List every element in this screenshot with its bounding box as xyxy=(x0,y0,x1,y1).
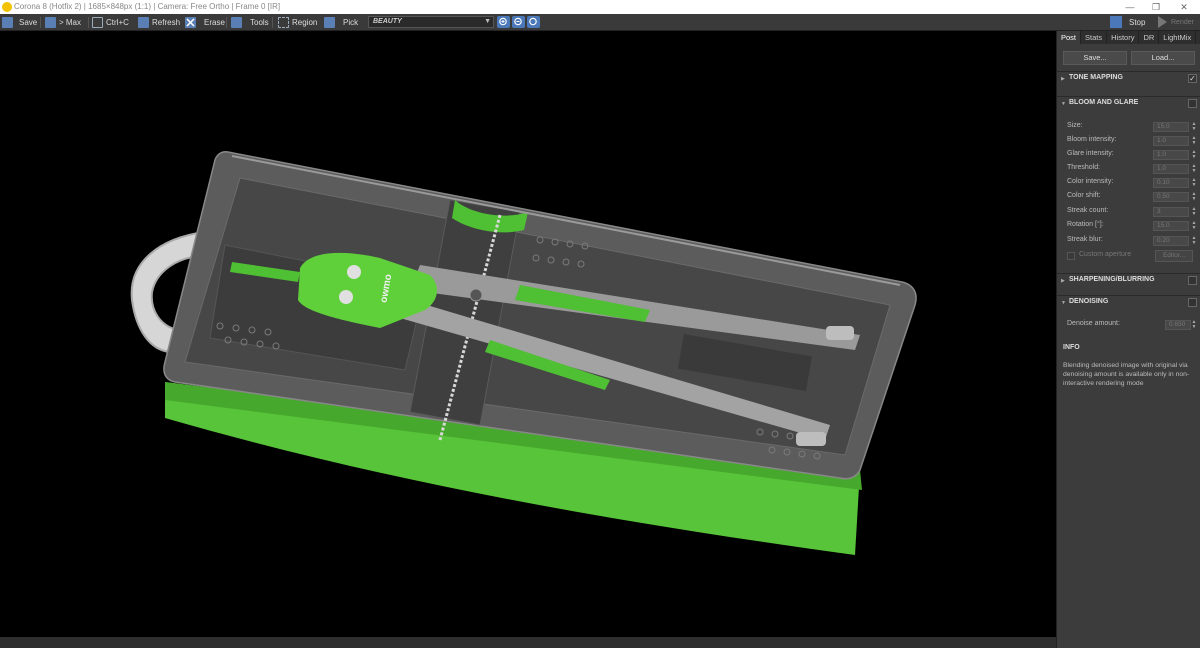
sharpening-checkbox[interactable] xyxy=(1188,276,1197,285)
region-icon xyxy=(278,17,289,28)
bloom-row: Color shift: 0.50 ▲ ▼ xyxy=(1067,191,1197,202)
collapse-triangle-icon: ▼ xyxy=(1061,101,1066,107)
bloom-row: Bloom intensity: 1.0 ▲ ▼ xyxy=(1067,135,1197,146)
info-text: Blending denoised image with original vi… xyxy=(1063,362,1190,387)
minimize-button[interactable]: — xyxy=(1118,0,1142,14)
render-button[interactable]: Render xyxy=(1171,14,1194,31)
tab-stats[interactable]: Stats xyxy=(1081,31,1108,44)
rotation-field[interactable]: 15.0 xyxy=(1153,221,1189,231)
spinner-icon[interactable]: ▲ ▼ xyxy=(1191,136,1197,146)
maximize-button[interactable]: ❐ xyxy=(1144,0,1168,14)
zoom-in-icon xyxy=(499,17,507,26)
erase-button[interactable]: Erase xyxy=(185,16,225,29)
denoise-amount-field[interactable]: 0.650 xyxy=(1165,320,1191,330)
spinner-icon[interactable]: ▲ ▼ xyxy=(1191,221,1197,231)
bloom-intensity-field[interactable]: 1.0 xyxy=(1153,136,1189,146)
zoom-out-button[interactable] xyxy=(512,16,525,28)
bloom-row: Glare intensity: 1.0 ▲ ▼ xyxy=(1067,149,1197,160)
save-settings-button[interactable]: Save... xyxy=(1063,51,1127,65)
zoom-fit-icon xyxy=(529,17,537,26)
save-icon xyxy=(2,17,13,28)
color-shift-field[interactable]: 0.50 xyxy=(1153,192,1189,202)
max-icon xyxy=(45,17,56,28)
chevron-down-icon: ▼ xyxy=(484,18,491,25)
custom-aperture-row: Custom aperture Editor... xyxy=(1067,250,1197,262)
streak-count-field[interactable]: 3 xyxy=(1153,207,1189,217)
corona-app-icon xyxy=(2,2,12,12)
color-intensity-field[interactable]: 0.10 xyxy=(1153,178,1189,188)
spinner-icon[interactable]: ▲ ▼ xyxy=(1191,207,1197,217)
denoising-section[interactable]: ▼ DENOISING xyxy=(1057,295,1200,309)
glare-intensity-field[interactable]: 1.0 xyxy=(1153,150,1189,160)
expand-triangle-icon: ▶ xyxy=(1061,278,1065,284)
spinner-icon[interactable]: ▲ ▼ xyxy=(1191,178,1197,188)
spinner-icon[interactable]: ▲ ▼ xyxy=(1191,164,1197,174)
tone-mapping-checkbox[interactable]: ✓ xyxy=(1188,74,1197,83)
tab-dr[interactable]: DR xyxy=(1139,31,1160,44)
bloom-glare-section[interactable]: ▼ BLOOM AND GLARE xyxy=(1057,96,1200,110)
save-button[interactable]: Save xyxy=(2,16,37,29)
stop-button[interactable]: Stop xyxy=(1129,14,1145,31)
tab-lightmix[interactable]: LightMix xyxy=(1159,31,1197,44)
load-settings-button[interactable]: Load... xyxy=(1131,51,1195,65)
post-panel: Post Stats History DR LightMix Save... L… xyxy=(1056,31,1200,648)
render-icon[interactable] xyxy=(1158,16,1167,28)
panel-tabs: Post Stats History DR LightMix xyxy=(1057,31,1200,44)
zoom-in-button[interactable] xyxy=(497,16,510,28)
expand-triangle-icon: ▶ xyxy=(1061,76,1065,82)
pick-icon xyxy=(324,17,335,28)
collapse-triangle-icon: ▼ xyxy=(1061,300,1066,306)
tools-button[interactable]: Tools xyxy=(231,16,269,29)
vfb-toolbar: Save > Max Ctrl+C Refresh Erase Tools Re… xyxy=(0,14,1200,31)
copy-button[interactable]: Ctrl+C xyxy=(92,16,129,29)
render-viewport[interactable]: owmo xyxy=(0,31,1056,637)
spinner-icon[interactable]: ▲ ▼ xyxy=(1191,192,1197,202)
bloom-row: Threshold: 1.0 ▲ ▼ xyxy=(1067,163,1197,174)
bloom-row: Size: 15.0 ▲ ▼ xyxy=(1067,121,1197,132)
aperture-editor-button[interactable]: Editor... xyxy=(1155,250,1193,262)
bloom-row: Color intensity: 0.10 ▲ ▼ xyxy=(1067,177,1197,188)
zoom-out-icon xyxy=(514,17,522,26)
title-bar: Corona 8 (Hotfix 2) | 1685×848px (1:1) |… xyxy=(0,0,1200,14)
tab-post[interactable]: Post xyxy=(1057,31,1082,44)
spinner-icon[interactable]: ▲ ▼ xyxy=(1191,236,1197,246)
sharpening-section[interactable]: ▶ SHARPENING/BLURRING xyxy=(1057,273,1200,287)
denoise-row: Denoise amount: 0.650 ▲ ▼ xyxy=(1067,319,1197,330)
refresh-button[interactable]: Refresh xyxy=(138,16,180,29)
tone-mapping-section[interactable]: ▶ TONE MAPPING ✓ xyxy=(1057,71,1200,85)
spinner-icon[interactable]: ▲ ▼ xyxy=(1191,320,1197,330)
pick-button[interactable]: Pick xyxy=(324,16,358,29)
close-button[interactable]: ✕ xyxy=(1172,0,1196,14)
stop-icon[interactable] xyxy=(1110,16,1122,28)
size-field[interactable]: 15.0 xyxy=(1153,122,1189,132)
status-bar xyxy=(0,637,1056,648)
bloom-row: Rotation [°]: 15.0 ▲ ▼ xyxy=(1067,220,1197,231)
zoom-fit-button[interactable] xyxy=(527,16,540,28)
region-button[interactable]: Region xyxy=(278,16,317,29)
tools-icon xyxy=(231,17,242,28)
info-heading: INFO xyxy=(1063,344,1080,351)
threshold-field[interactable]: 1.0 xyxy=(1153,164,1189,174)
bloom-row: Streak blur: 0.20 ▲ ▼ xyxy=(1067,235,1197,246)
spinner-icon[interactable]: ▲ ▼ xyxy=(1191,122,1197,132)
bloom-row: Streak count: 3 ▲ ▼ xyxy=(1067,206,1197,217)
render-pass-select[interactable]: BEAUTY ▼ xyxy=(368,16,494,28)
copy-icon xyxy=(92,17,103,28)
tab-history[interactable]: History xyxy=(1107,31,1140,44)
custom-aperture-checkbox[interactable] xyxy=(1067,252,1075,260)
streak-blur-field[interactable]: 0.20 xyxy=(1153,236,1189,246)
denoising-checkbox[interactable] xyxy=(1188,298,1197,307)
window-title: Corona 8 (Hotfix 2) | 1685×848px (1:1) |… xyxy=(14,2,281,11)
max-button[interactable]: > Max xyxy=(45,16,81,29)
bloom-glare-checkbox[interactable] xyxy=(1188,99,1197,108)
rendered-image xyxy=(130,151,917,555)
spinner-icon[interactable]: ▲ ▼ xyxy=(1191,150,1197,160)
erase-icon xyxy=(185,17,196,28)
refresh-icon xyxy=(138,17,149,28)
